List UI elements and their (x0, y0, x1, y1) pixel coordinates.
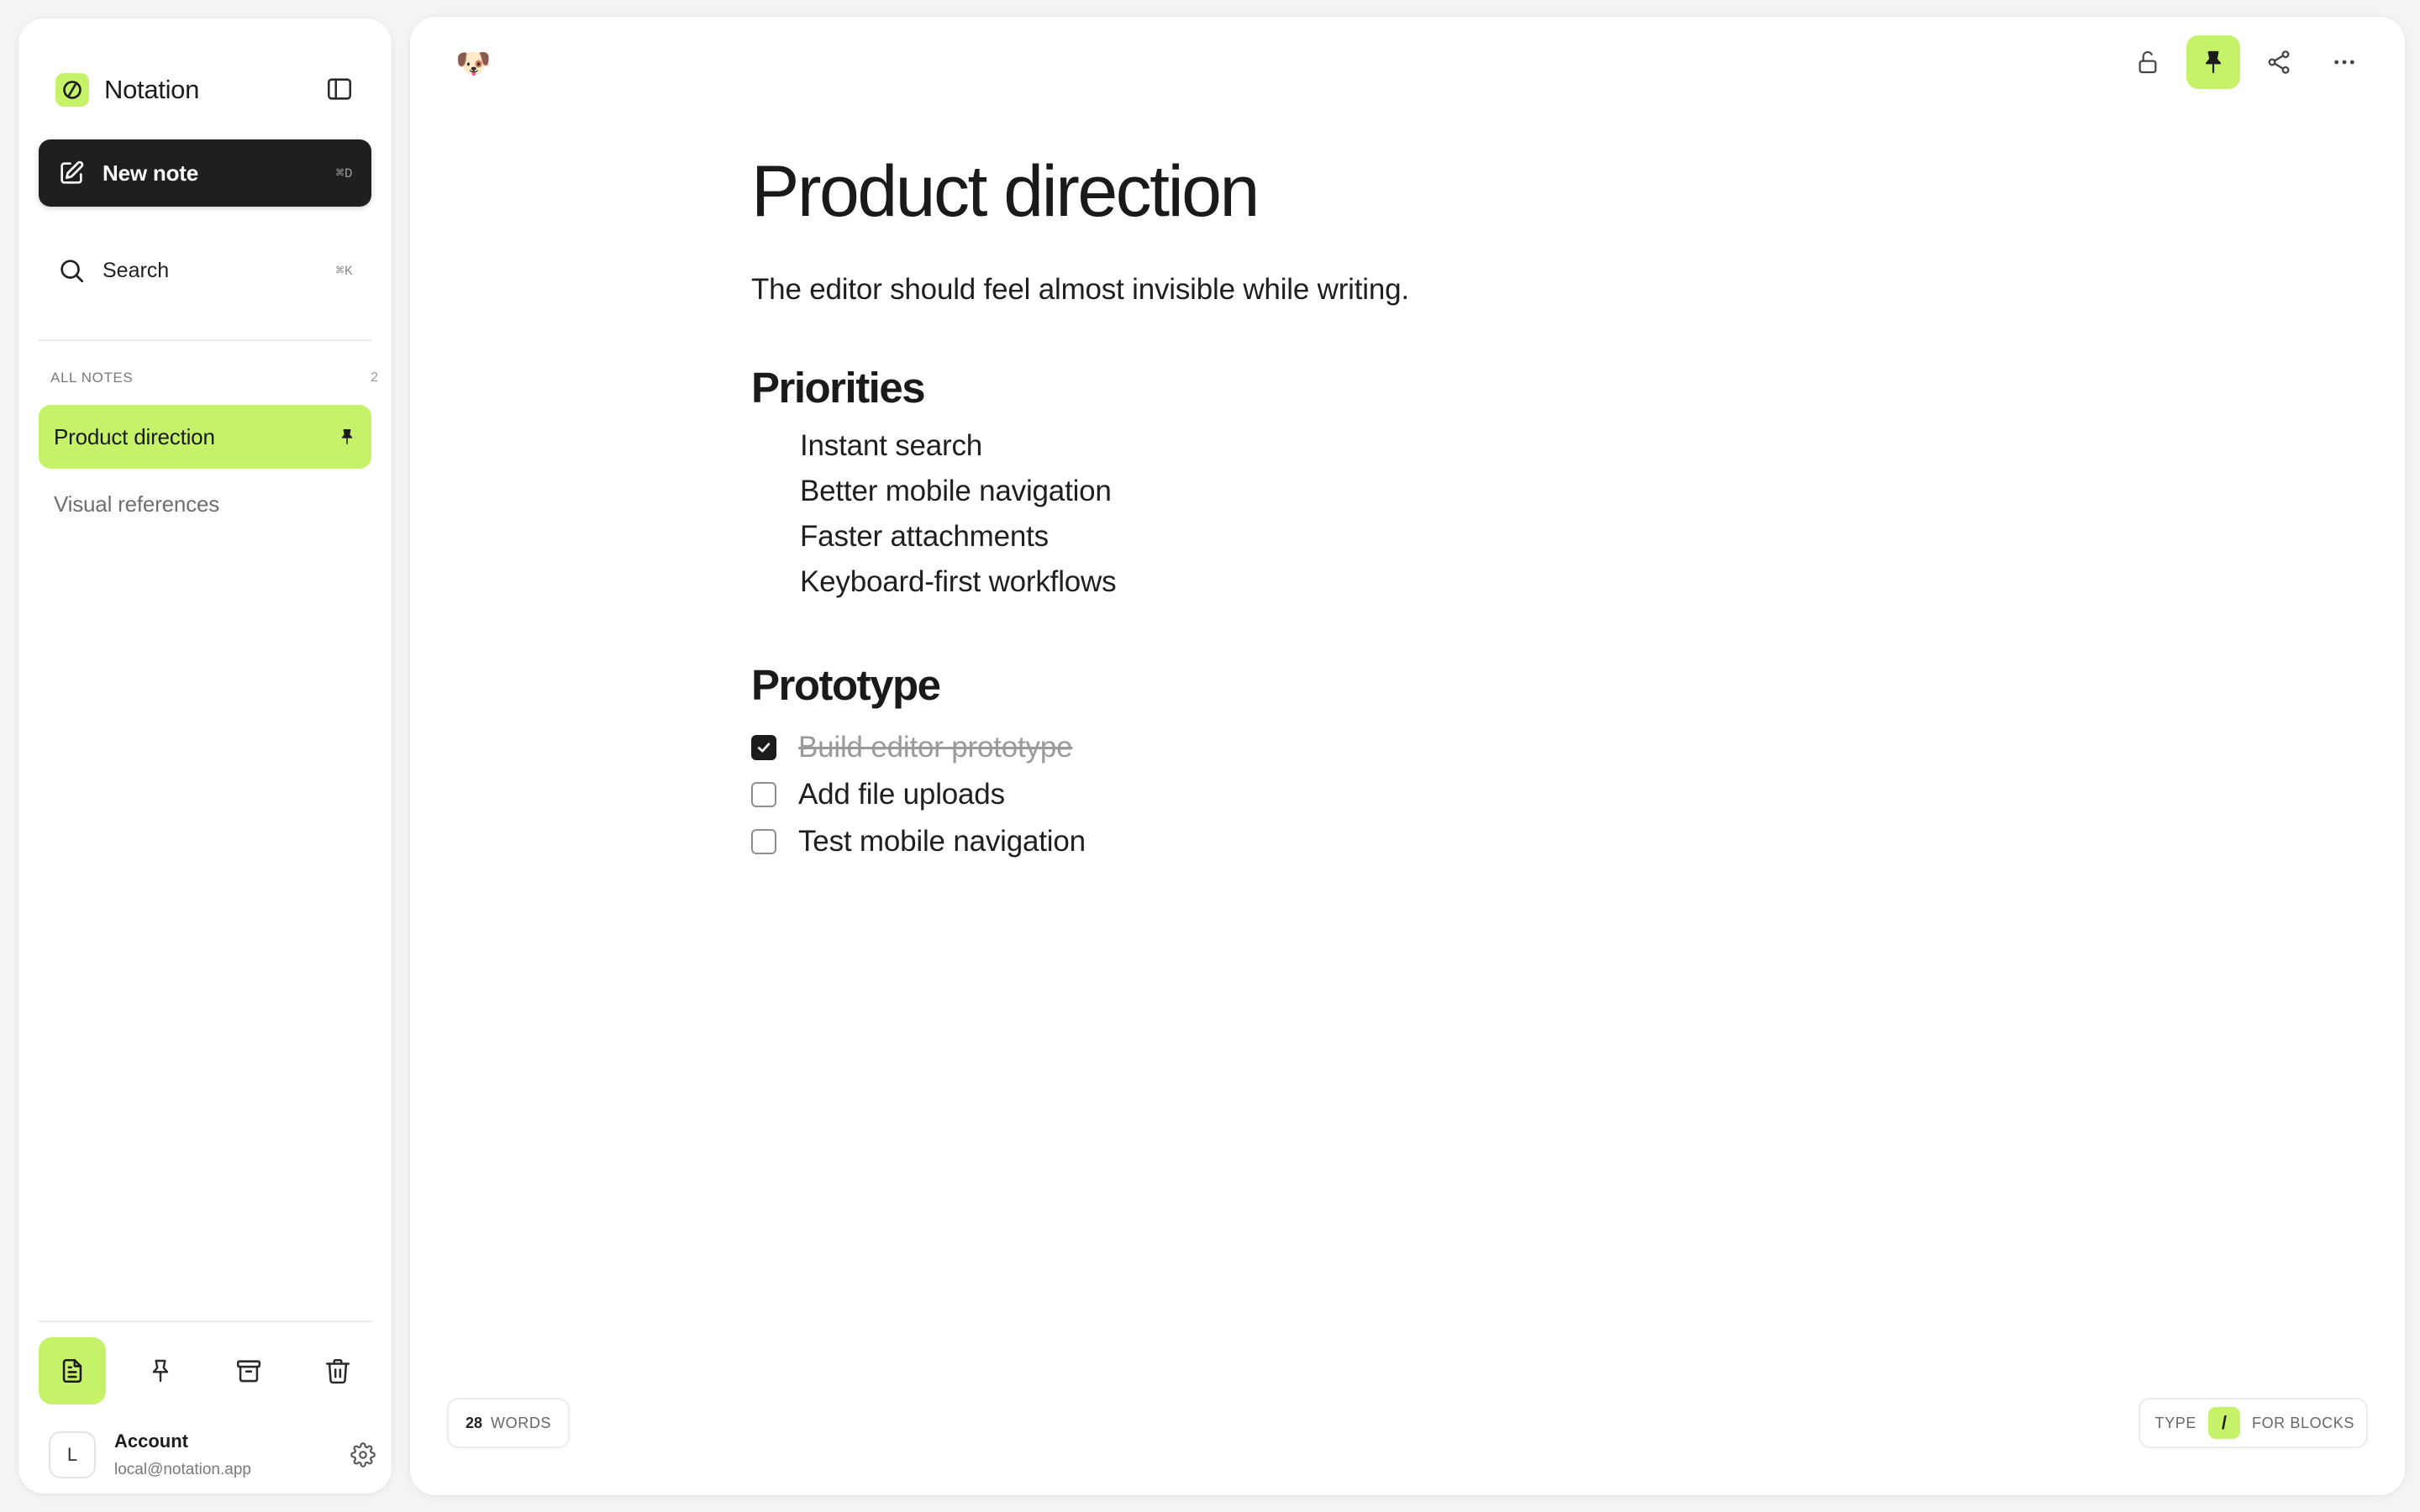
avatar: L (49, 1431, 96, 1478)
note-editor[interactable]: Product direction The editor should feel… (751, 143, 1928, 865)
search-label: Search (103, 258, 170, 282)
task-label[interactable]: Build editor prototype (798, 731, 1073, 764)
new-note-label: New note (103, 160, 198, 186)
logo-icon (55, 73, 89, 107)
note-item-visual-references[interactable]: Visual references (39, 472, 371, 536)
heading-priorities[interactable]: Priorities (751, 361, 1928, 415)
list-item[interactable]: Instant search (800, 423, 1928, 469)
heading-prototype[interactable]: Prototype (751, 659, 1928, 712)
word-count-value: 28 (466, 1414, 483, 1431)
share-button[interactable] (2252, 35, 2306, 89)
task-item: Build editor prototype (751, 724, 1928, 771)
search-icon (60, 260, 84, 283)
sidebar-divider (39, 339, 371, 341)
task-checkbox[interactable] (751, 829, 776, 854)
more-icon (2334, 60, 2354, 65)
nav-archive-button[interactable] (215, 1337, 282, 1404)
pin-button[interactable] (2186, 35, 2240, 89)
task-label[interactable]: Add file uploads (798, 778, 1005, 811)
task-checkbox[interactable] (751, 735, 776, 760)
edit-icon (60, 160, 84, 184)
account-row[interactable]: L Account local@notation.app (49, 1425, 381, 1485)
hint-suffix: FOR BLOCKS (2251, 1414, 2354, 1431)
section-count: 2 (371, 370, 378, 385)
list-item[interactable]: Better mobile navigation (800, 469, 1928, 514)
account-name: Account (114, 1431, 188, 1452)
word-count-badge: 28 WORDS (447, 1398, 571, 1448)
app-name: Notation (104, 75, 200, 104)
gear-icon (350, 1442, 376, 1467)
notes-icon (62, 1358, 82, 1383)
app-window: Notation New note ⌘D Search ⌘K ALL NOTES… (0, 0, 2420, 1512)
note-item-label: Product direction (54, 423, 215, 449)
share-icon (2268, 50, 2290, 74)
block-hint: TYPE / FOR BLOCKS (2138, 1398, 2368, 1448)
new-note-shortcut: ⌘D (335, 166, 353, 181)
sidebar-toggle-button[interactable] (323, 72, 356, 106)
lock-button[interactable] (2121, 35, 2175, 89)
search-button[interactable]: Search ⌘K (39, 239, 371, 302)
list-item[interactable]: Faster attachments (800, 514, 1928, 559)
nav-trash-button[interactable] (304, 1337, 371, 1404)
account-info: Account local@notation.app (114, 1431, 381, 1479)
pin-icon (341, 429, 353, 444)
lock-icon (2139, 50, 2157, 74)
note-emoji[interactable]: 🐶 (455, 45, 491, 82)
section-title: ALL NOTES (50, 370, 134, 386)
more-options-button[interactable] (2317, 35, 2371, 89)
new-note-button[interactable]: New note ⌘D (39, 139, 371, 207)
task-checkbox[interactable] (751, 782, 776, 807)
word-count-unit: WORDS (491, 1414, 552, 1431)
settings-button[interactable] (348, 1440, 378, 1470)
nav-notes-button[interactable] (39, 1337, 106, 1404)
search-shortcut: ⌘K (335, 264, 353, 279)
nav-pinned-button[interactable] (127, 1337, 194, 1404)
sidebar-bottom-divider (39, 1320, 371, 1322)
pin-icon (2205, 50, 2222, 74)
note-item-label: Visual references (54, 491, 220, 517)
task-item: Test mobile navigation (751, 818, 1928, 865)
editor-panel: 🐶 Product direction The editor should fe… (410, 17, 2405, 1495)
sidebar-toggle-icon (327, 78, 352, 100)
note-toolbar (2109, 35, 2371, 89)
account-email: local@notation.app (114, 1461, 251, 1478)
notes-section-header: ALL NOTES 2 (50, 368, 378, 388)
note-title[interactable]: Product direction (751, 143, 1928, 240)
bottom-nav (39, 1337, 371, 1404)
sidebar: Notation New note ⌘D Search ⌘K ALL NOTES… (18, 18, 392, 1494)
list-item[interactable]: Keyboard-first workflows (800, 559, 1928, 605)
pin-icon (152, 1359, 169, 1383)
priorities-list: Instant search Better mobile navigation … (751, 423, 1928, 605)
task-label[interactable]: Test mobile navigation (798, 825, 1086, 858)
check-icon (757, 743, 771, 753)
brand: Notation (55, 67, 199, 113)
hint-key: / (2207, 1407, 2240, 1439)
hint-prefix: TYPE (2154, 1414, 2196, 1431)
task-list: Build editor prototype Add file uploads … (751, 724, 1928, 865)
trash-icon (325, 1358, 350, 1384)
task-item: Add file uploads (751, 771, 1928, 818)
note-intro[interactable]: The editor should feel almost invisible … (751, 270, 1928, 309)
archive-icon (236, 1360, 261, 1383)
note-item-product-direction[interactable]: Product direction (39, 405, 371, 469)
